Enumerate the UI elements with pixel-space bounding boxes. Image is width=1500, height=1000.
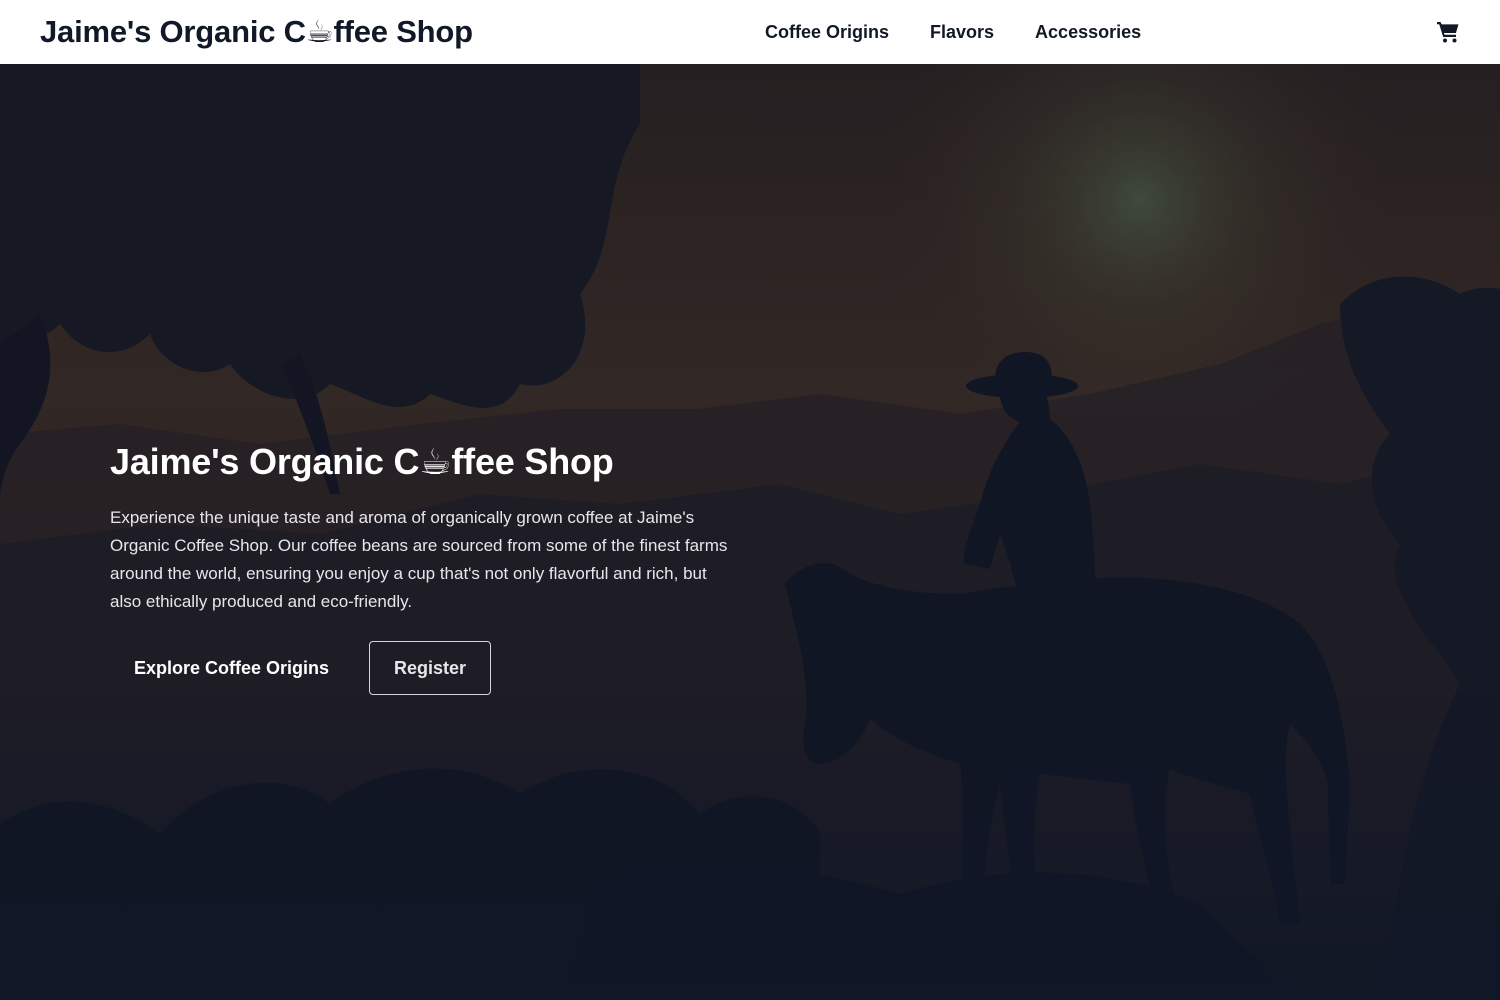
hero-title: Jaime's Organic C☕ffee Shop [110, 440, 750, 484]
nav-link-accessories[interactable]: Accessories [1035, 22, 1141, 43]
hero-description: Experience the unique taste and aroma of… [110, 508, 728, 611]
brand-title-end: ffee Shop [333, 14, 473, 49]
site-header: Jaime's Organic C☕ffee Shop Coffee Origi… [0, 0, 1500, 64]
main-nav: Coffee Origins Flavors Accessories [765, 0, 1141, 64]
brand-title-start: Jaime's Organic C [40, 14, 306, 49]
explore-coffee-origins-button[interactable]: Explore Coffee Origins [110, 644, 353, 693]
brand-logo[interactable]: Jaime's Organic C☕ffee Shop [40, 12, 473, 52]
hero-section: Jaime's Organic C☕ffee Shop Experience t… [0, 64, 1500, 1000]
hero-content: Jaime's Organic C☕ffee Shop Experience t… [110, 440, 750, 695]
shopping-cart-icon[interactable] [1436, 20, 1460, 44]
coffee-cup-icon: ☕ [305, 14, 334, 49]
hero-title-start: Jaime's Organic C [110, 441, 420, 482]
hero-title-end: ffee Shop [451, 441, 614, 482]
nav-link-flavors[interactable]: Flavors [930, 22, 994, 43]
hero-cta-row: Explore Coffee Origins Register [110, 641, 750, 695]
coffee-cup-icon: ☕ [419, 441, 452, 482]
register-button[interactable]: Register [369, 641, 492, 695]
nav-link-coffee-origins[interactable]: Coffee Origins [765, 22, 889, 43]
